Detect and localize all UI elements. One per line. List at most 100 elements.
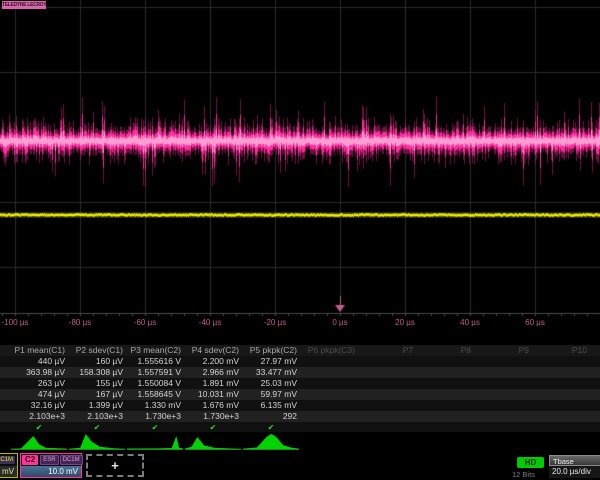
hd-bits-label: 12 Bits — [512, 470, 535, 479]
measure-sdev-value — [358, 400, 416, 411]
measure-sdev-value: 1.399 µV — [68, 400, 126, 411]
measure-value-value — [300, 356, 358, 367]
measure-header-p6[interactable]: P6 pkpk(C3) — [300, 345, 358, 356]
add-trace-button[interactable]: + — [86, 454, 144, 477]
measure-min-value — [474, 378, 532, 389]
time-axis-tick-label: -40 µs — [199, 318, 221, 327]
measure-mean-value — [532, 367, 590, 378]
timebase-descriptor[interactable]: Tbase 20.0 µs/div — [549, 455, 600, 479]
measure-mean-value — [300, 367, 358, 378]
c1-vertical-scale: 10.0 mV — [0, 466, 17, 477]
measure-header-p5[interactable]: P5 pkpk(C2) — [242, 345, 300, 356]
time-axis-tick-label: 40 µs — [460, 318, 480, 327]
measure-max-value: 10.031 mV — [184, 389, 242, 400]
measure-min-value: 155 µV — [68, 378, 126, 389]
measure-header-p3[interactable]: P3 mean(C2) — [126, 345, 184, 356]
measure-num-value — [532, 411, 590, 422]
channel-c1-descriptor[interactable]: DC1M 10.0 mV — [0, 453, 18, 478]
histicon-p4[interactable] — [184, 431, 242, 452]
measure-sdev-value: 32.16 µV — [10, 400, 68, 411]
time-axis-tick-label: -20 µs — [264, 318, 286, 327]
channel-annotation-bar: DC1M 10.0 mV C2 ESR DC1M 10.0 mV + HD 12… — [0, 452, 600, 480]
measure-header-p10[interactable]: P10 — [532, 345, 590, 356]
measure-max-value — [300, 389, 358, 400]
measure-min-value — [300, 378, 358, 389]
hd-mode-badge[interactable]: HD — [517, 457, 544, 468]
measure-row-mean: 363.98 µV158.308 µV1.557591 V2.966 mV33.… — [0, 367, 600, 378]
measure-row-min: 263 µV155 µV1.550084 V1.891 mV25.03 mV — [0, 378, 600, 389]
measure-value-value: 160 µV — [68, 356, 126, 367]
measure-sdev-value: 6.135 mV — [242, 400, 300, 411]
timebase-value: 20.0 µs/div — [549, 466, 600, 478]
oscilloscope-screen: TELEDYNE LECROY -100 µs-80 µs-60 µs-40 µ… — [0, 0, 600, 480]
measure-min-value — [358, 378, 416, 389]
measure-mean-value — [474, 367, 532, 378]
measure-num-value — [300, 411, 358, 422]
measure-value-value: 2.200 mV — [184, 356, 242, 367]
measure-num-value — [358, 411, 416, 422]
measure-header-row: P1 mean(C1)P2 sdev(C1)P3 mean(C2)P4 sdev… — [0, 345, 600, 356]
measure-header-p9[interactable]: P9 — [474, 345, 532, 356]
measure-value-value — [416, 356, 474, 367]
measure-num-value: 1.730e+3 — [184, 411, 242, 422]
histicon-p3[interactable] — [126, 431, 184, 452]
measure-mean-value: 363.98 µV — [10, 367, 68, 378]
measure-max-value — [416, 389, 474, 400]
time-axis-tick-label: 60 µs — [525, 318, 545, 327]
measure-mean-value: 2.966 mV — [184, 367, 242, 378]
measure-min-value: 1.550084 V — [126, 378, 184, 389]
measure-num-value: 1.730e+3 — [126, 411, 184, 422]
measure-header-p1[interactable]: P1 mean(C1) — [10, 345, 68, 356]
measure-sdev-value: 1.330 mV — [126, 400, 184, 411]
measure-row-sdev: 32.16 µV1.399 µV1.330 mV1.676 mV6.135 mV — [0, 400, 600, 411]
histicon-p1[interactable] — [10, 431, 68, 452]
measure-header-p7[interactable]: P7 — [358, 345, 416, 356]
measure-min-value: 263 µV — [10, 378, 68, 389]
measure-num-value: 2.103e+3 — [68, 411, 126, 422]
waveform-display[interactable] — [0, 0, 600, 316]
measure-max-value — [532, 389, 590, 400]
measure-mean-value — [358, 367, 416, 378]
measure-sdev-value — [532, 400, 590, 411]
c2-channel-label: C2 — [22, 455, 38, 465]
histicon-p2[interactable] — [68, 431, 126, 452]
measure-value-value — [474, 356, 532, 367]
measure-row-max: 474 µV167 µV1.558645 V10.031 mV59.97 mV — [0, 389, 600, 400]
measure-num-value: 2.103e+3 — [10, 411, 68, 422]
measure-value-value — [532, 356, 590, 367]
measurement-histicons — [0, 431, 600, 452]
measure-min-value — [416, 378, 474, 389]
measure-num-value — [416, 411, 474, 422]
measure-value-value: 440 µV — [10, 356, 68, 367]
histicon-p5[interactable] — [242, 431, 300, 452]
measure-min-value — [532, 378, 590, 389]
measure-sdev-value: 1.676 mV — [184, 400, 242, 411]
measurement-table: P1 mean(C1)P2 sdev(C1)P3 mean(C2)P4 sdev… — [0, 345, 600, 432]
time-axis-tick-label: -60 µs — [134, 318, 156, 327]
measure-row-num: 2.103e+32.103e+31.730e+31.730e+3292 — [0, 411, 600, 422]
c2-esr-badge: ESR — [40, 455, 58, 465]
measure-value-value: 27.97 mV — [242, 356, 300, 367]
measure-mean-value: 158.308 µV — [68, 367, 126, 378]
measure-max-value: 474 µV — [10, 389, 68, 400]
time-axis-tick-label: -100 µs — [2, 318, 29, 327]
measure-sdev-value — [300, 400, 358, 411]
measure-mean-value — [416, 367, 474, 378]
measure-max-value — [358, 389, 416, 400]
measure-sdev-value — [474, 400, 532, 411]
channel-c2-descriptor[interactable]: C2 ESR DC1M 10.0 mV — [20, 453, 82, 478]
time-axis-tick-label: -80 µs — [69, 318, 91, 327]
measure-min-value: 25.03 mV — [242, 378, 300, 389]
measure-max-value: 1.558645 V — [126, 389, 184, 400]
c2-coupling-badge: DC1M — [60, 455, 83, 465]
measure-mean-value: 33.477 mV — [242, 367, 300, 378]
time-axis-tick-label: 20 µs — [395, 318, 415, 327]
c1-coupling-badge: DC1M — [0, 456, 15, 464]
measure-header-p4[interactable]: P4 sdev(C2) — [184, 345, 242, 356]
measure-value-value: 1.555616 V — [126, 356, 184, 367]
measure-num-value — [474, 411, 532, 422]
measure-value-value — [358, 356, 416, 367]
measure-header-p8[interactable]: P8 — [416, 345, 474, 356]
measure-header-p2[interactable]: P2 sdev(C1) — [68, 345, 126, 356]
measure-row-value: 440 µV160 µV1.555616 V2.200 mV27.97 mV — [0, 356, 600, 367]
